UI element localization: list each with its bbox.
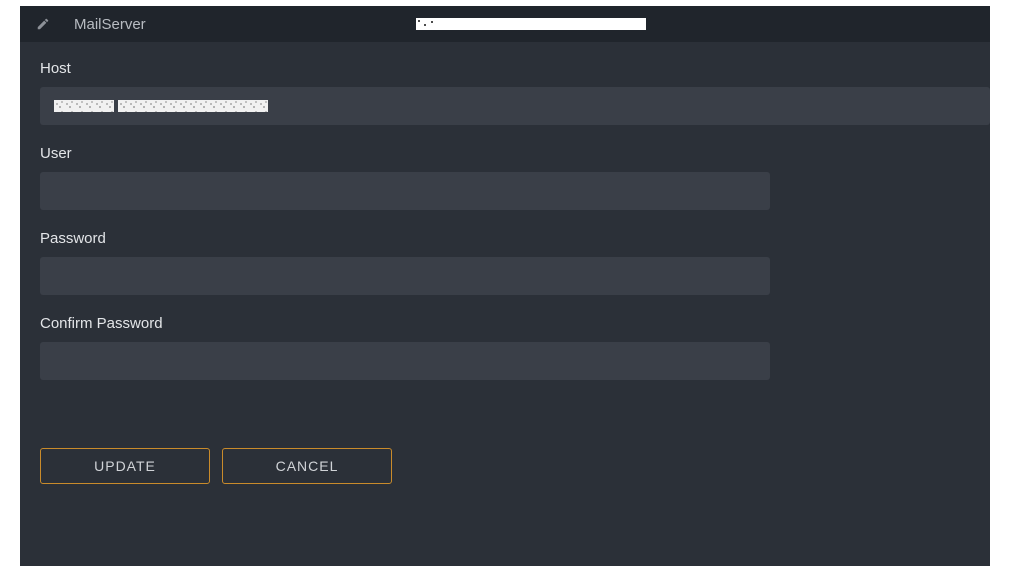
form-body: Host User Password Confirm Password UPDA… (20, 42, 990, 566)
password-input[interactable] (40, 257, 770, 295)
user-label: User (40, 145, 970, 162)
host-value-redacted-part2 (118, 100, 268, 112)
panel-title: MailServer (74, 16, 146, 33)
password-field-group: Password (40, 230, 970, 295)
host-label: Host (40, 60, 970, 77)
edit-icon (36, 17, 50, 31)
update-button[interactable]: UPDATE (40, 448, 210, 484)
host-input[interactable] (40, 87, 990, 125)
cancel-button[interactable]: CANCEL (222, 448, 392, 484)
button-row: UPDATE CANCEL (40, 448, 970, 484)
user-input[interactable] (40, 172, 770, 210)
confirm-password-field-group: Confirm Password (40, 315, 970, 380)
host-field-group: Host (40, 60, 970, 125)
confirm-password-label: Confirm Password (40, 315, 970, 332)
host-value-redacted-part1 (54, 100, 114, 112)
confirm-password-input[interactable] (40, 342, 770, 380)
panel-header: MailServer (20, 6, 990, 42)
mailserver-edit-panel: MailServer Host User Password Confirm Pa… (20, 6, 990, 566)
password-label: Password (40, 230, 970, 247)
panel-subtitle-redacted (416, 18, 646, 30)
user-field-group: User (40, 145, 970, 210)
